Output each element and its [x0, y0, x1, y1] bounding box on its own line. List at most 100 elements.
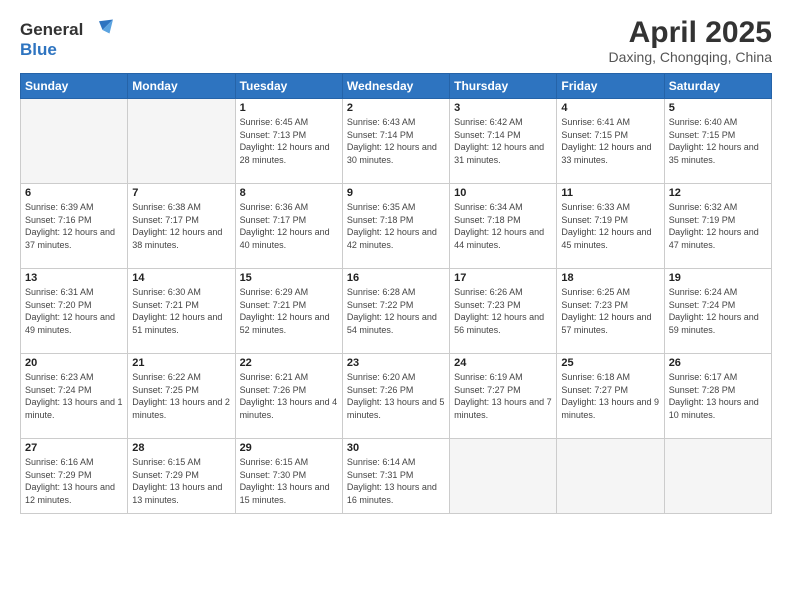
day-number: 3 [454, 102, 552, 114]
day-info: Sunrise: 6:36 AMSunset: 7:17 PMDaylight:… [240, 201, 338, 251]
page: General Blue April 2025 Daxing, Chongqin… [0, 0, 792, 612]
day-number: 11 [561, 187, 659, 199]
day-info: Sunrise: 6:42 AMSunset: 7:14 PMDaylight:… [454, 116, 552, 166]
day-info: Sunrise: 6:25 AMSunset: 7:23 PMDaylight:… [561, 286, 659, 336]
calendar-cell: 17 Sunrise: 6:26 AMSunset: 7:23 PMDayligh… [450, 269, 557, 354]
weekday-header-tuesday: Tuesday [235, 74, 342, 99]
calendar-cell [664, 439, 771, 514]
calendar-cell: 19 Sunrise: 6:24 AMSunset: 7:24 PMDayligh… [664, 269, 771, 354]
logo: General Blue [20, 16, 113, 60]
header: General Blue April 2025 Daxing, Chongqin… [20, 16, 772, 65]
day-info: Sunrise: 6:23 AMSunset: 7:24 PMDaylight:… [25, 371, 123, 421]
day-info: Sunrise: 6:45 AMSunset: 7:13 PMDaylight:… [240, 116, 338, 166]
calendar-week-4: 20 Sunrise: 6:23 AMSunset: 7:24 PMDayligh… [21, 354, 772, 439]
calendar-cell: 16 Sunrise: 6:28 AMSunset: 7:22 PMDayligh… [342, 269, 449, 354]
day-number: 15 [240, 272, 338, 284]
calendar-cell: 1 Sunrise: 6:45 AMSunset: 7:13 PMDaylight… [235, 99, 342, 184]
day-number: 1 [240, 102, 338, 114]
calendar-cell: 11 Sunrise: 6:33 AMSunset: 7:19 PMDayligh… [557, 184, 664, 269]
day-number: 16 [347, 272, 445, 284]
weekday-header-thursday: Thursday [450, 74, 557, 99]
day-info: Sunrise: 6:22 AMSunset: 7:25 PMDaylight:… [132, 371, 230, 421]
day-info: Sunrise: 6:15 AMSunset: 7:29 PMDaylight:… [132, 456, 230, 506]
day-number: 22 [240, 357, 338, 369]
day-info: Sunrise: 6:34 AMSunset: 7:18 PMDaylight:… [454, 201, 552, 251]
day-info: Sunrise: 6:40 AMSunset: 7:15 PMDaylight:… [669, 116, 767, 166]
calendar-cell: 7 Sunrise: 6:38 AMSunset: 7:17 PMDaylight… [128, 184, 235, 269]
calendar-cell: 26 Sunrise: 6:17 AMSunset: 7:28 PMDayligh… [664, 354, 771, 439]
calendar-cell [21, 99, 128, 184]
day-info: Sunrise: 6:24 AMSunset: 7:24 PMDaylight:… [669, 286, 767, 336]
calendar-cell: 8 Sunrise: 6:36 AMSunset: 7:17 PMDaylight… [235, 184, 342, 269]
day-number: 30 [347, 442, 445, 454]
calendar-cell: 10 Sunrise: 6:34 AMSunset: 7:18 PMDayligh… [450, 184, 557, 269]
day-info: Sunrise: 6:28 AMSunset: 7:22 PMDaylight:… [347, 286, 445, 336]
calendar-cell: 2Sunrise: 6:43 AMSunset: 7:14 PMDaylight… [342, 99, 449, 184]
day-number: 14 [132, 272, 230, 284]
day-number: 27 [25, 442, 123, 454]
day-info: Sunrise: 6:39 AMSunset: 7:16 PMDaylight:… [25, 201, 123, 251]
month-title: April 2025 [609, 16, 772, 49]
day-info: Sunrise: 6:41 AMSunset: 7:15 PMDaylight:… [561, 116, 659, 166]
calendar-cell: 27 Sunrise: 6:16 AMSunset: 7:29 PMDayligh… [21, 439, 128, 514]
day-info: Sunrise: 6:19 AMSunset: 7:27 PMDaylight:… [454, 371, 552, 421]
day-info: Sunrise: 6:14 AMSunset: 7:31 PMDaylight:… [347, 456, 445, 506]
calendar-cell: 25 Sunrise: 6:18 AMSunset: 7:27 PMDayligh… [557, 354, 664, 439]
day-number: 5 [669, 102, 767, 114]
day-number: 28 [132, 442, 230, 454]
day-info: Sunrise: 6:29 AMSunset: 7:21 PMDaylight:… [240, 286, 338, 336]
calendar-cell: 21Sunrise: 6:22 AMSunset: 7:25 PMDayligh… [128, 354, 235, 439]
weekday-header-friday: Friday [557, 74, 664, 99]
weekday-header-sunday: Sunday [21, 74, 128, 99]
title-block: April 2025 Daxing, Chongqing, China [609, 16, 772, 65]
weekday-header-wednesday: Wednesday [342, 74, 449, 99]
calendar-cell: 28 Sunrise: 6:15 AMSunset: 7:29 PMDayligh… [128, 439, 235, 514]
day-info: Sunrise: 6:20 AMSunset: 7:26 PMDaylight:… [347, 371, 445, 421]
day-number: 20 [25, 357, 123, 369]
day-info: Sunrise: 6:30 AMSunset: 7:21 PMDaylight:… [132, 286, 230, 336]
logo-bird-icon [85, 16, 113, 44]
calendar-cell: 30 Sunrise: 6:14 AMSunset: 7:31 PMDayligh… [342, 439, 449, 514]
day-info: Sunrise: 6:15 AMSunset: 7:30 PMDaylight:… [240, 456, 338, 506]
day-number: 26 [669, 357, 767, 369]
day-number: 18 [561, 272, 659, 284]
day-info: Sunrise: 6:32 AMSunset: 7:19 PMDaylight:… [669, 201, 767, 251]
day-number: 4 [561, 102, 659, 114]
calendar-cell: 5 Sunrise: 6:40 AMSunset: 7:15 PMDaylight… [664, 99, 771, 184]
day-number: 19 [669, 272, 767, 284]
day-info: Sunrise: 6:35 AMSunset: 7:18 PMDaylight:… [347, 201, 445, 251]
day-number: 13 [25, 272, 123, 284]
day-info: Sunrise: 6:16 AMSunset: 7:29 PMDaylight:… [25, 456, 123, 506]
calendar-cell: 3 Sunrise: 6:42 AMSunset: 7:14 PMDaylight… [450, 99, 557, 184]
calendar-cell: 24 Sunrise: 6:19 AMSunset: 7:27 PMDayligh… [450, 354, 557, 439]
day-number: 24 [454, 357, 552, 369]
calendar-cell [557, 439, 664, 514]
day-number: 7 [132, 187, 230, 199]
logo-general-text: General [20, 20, 83, 40]
day-info: Sunrise: 6:17 AMSunset: 7:28 PMDaylight:… [669, 371, 767, 421]
day-number: 10 [454, 187, 552, 199]
weekday-header-row: SundayMondayTuesdayWednesdayThursdayFrid… [21, 74, 772, 99]
calendar-cell: 18 Sunrise: 6:25 AMSunset: 7:23 PMDayligh… [557, 269, 664, 354]
day-number: 17 [454, 272, 552, 284]
day-number: 9 [347, 187, 445, 199]
calendar-cell: 22 Sunrise: 6:21 AMSunset: 7:26 PMDayligh… [235, 354, 342, 439]
calendar-cell: 6Sunrise: 6:39 AMSunset: 7:16 PMDaylight… [21, 184, 128, 269]
calendar-cell: 14 Sunrise: 6:30 AMSunset: 7:21 PMDayligh… [128, 269, 235, 354]
day-info: Sunrise: 6:33 AMSunset: 7:19 PMDaylight:… [561, 201, 659, 251]
calendar-cell: 20 Sunrise: 6:23 AMSunset: 7:24 PMDayligh… [21, 354, 128, 439]
calendar-cell: 29Sunrise: 6:15 AMSunset: 7:30 PMDayligh… [235, 439, 342, 514]
day-info: Sunrise: 6:38 AMSunset: 7:17 PMDaylight:… [132, 201, 230, 251]
weekday-header-monday: Monday [128, 74, 235, 99]
day-number: 12 [669, 187, 767, 199]
calendar-week-5: 27 Sunrise: 6:16 AMSunset: 7:29 PMDayligh… [21, 439, 772, 514]
calendar-cell: 15 Sunrise: 6:29 AMSunset: 7:21 PMDayligh… [235, 269, 342, 354]
calendar-cell [450, 439, 557, 514]
day-info: Sunrise: 6:26 AMSunset: 7:23 PMDaylight:… [454, 286, 552, 336]
day-info: Sunrise: 6:18 AMSunset: 7:27 PMDaylight:… [561, 371, 659, 421]
calendar-table: SundayMondayTuesdayWednesdayThursdayFrid… [20, 73, 772, 514]
calendar-cell: 12 Sunrise: 6:32 AMSunset: 7:19 PMDayligh… [664, 184, 771, 269]
day-number: 8 [240, 187, 338, 199]
day-number: 25 [561, 357, 659, 369]
day-info: Sunrise: 6:21 AMSunset: 7:26 PMDaylight:… [240, 371, 338, 421]
